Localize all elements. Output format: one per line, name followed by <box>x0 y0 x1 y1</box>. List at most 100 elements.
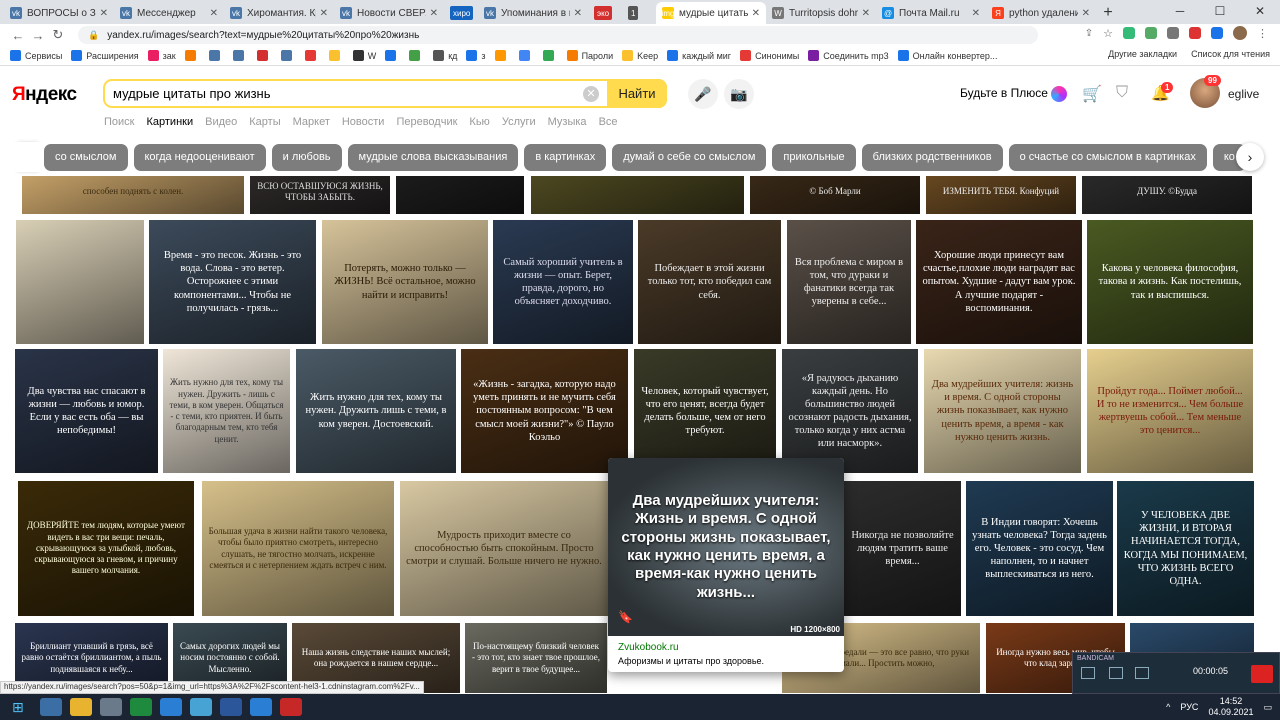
search-input[interactable] <box>105 86 583 101</box>
image-thumbnail[interactable]: Хорошие люди принесут вам счастье,плохие… <box>916 220 1082 344</box>
shield-icon[interactable]: ⛉ <box>1116 84 1128 102</box>
screen-icon[interactable] <box>1081 667 1095 679</box>
image-thumbnail[interactable]: ДОВЕРЯЙТЕ тем людям, которые умеют видет… <box>18 481 194 616</box>
image-thumbnail[interactable]: способен поднять с колен. <box>22 176 244 214</box>
extension-icon[interactable] <box>1145 27 1157 39</box>
image-thumbnail[interactable]: В Индии говорят: Хочешь узнать человека?… <box>966 481 1113 616</box>
yandex-logo[interactable]: Яндекс <box>12 84 77 106</box>
bookmark-folder[interactable]: Другие закладки <box>1108 49 1177 59</box>
service-link[interactable]: Услуги <box>502 116 536 128</box>
bookmark-item[interactable]: W <box>352 50 376 61</box>
browser-tab[interactable]: хиро <box>444 2 478 24</box>
close-tab-icon[interactable]: ✕ <box>972 8 980 19</box>
service-link[interactable]: Кью <box>469 116 489 128</box>
service-link[interactable]: Музыка <box>548 116 587 128</box>
browser-tab[interactable]: vk ВОПРОСЫ о Знак ✕ <box>4 2 114 24</box>
browser-tab[interactable]: эко <box>588 2 622 24</box>
bookmark-item[interactable]: Соединить mp3 <box>808 50 889 61</box>
service-link[interactable]: Все <box>599 116 618 128</box>
back-icon[interactable]: ← <box>8 28 28 43</box>
image-thumbnail[interactable]: Вся проблема с миром в том, что дураки и… <box>787 220 911 344</box>
user-name[interactable]: eglive <box>1228 87 1259 101</box>
chevron-right-icon[interactable]: › <box>1236 143 1264 171</box>
forward-icon[interactable]: → <box>28 28 48 43</box>
bookmark-item[interactable] <box>304 50 320 61</box>
service-link[interactable]: Видео <box>205 116 237 128</box>
windows-icon[interactable]: ⊞ <box>12 699 24 716</box>
bookmark-item[interactable]: кд <box>433 50 457 61</box>
image-thumbnail[interactable]: ИЗМЕНИТЬ ТЕБЯ. Конфуций <box>926 176 1076 214</box>
reload-icon[interactable]: ↻ <box>48 27 68 43</box>
image-thumbnail[interactable]: Потерять, можно только — ЖИЗНЬ! Всё оста… <box>322 220 488 344</box>
find-button[interactable]: Найти <box>607 79 667 108</box>
address-bar[interactable]: 🔒 yandex.ru/images/search?text=мудрые%20… <box>78 26 1038 44</box>
language-indicator[interactable]: РУС <box>1180 702 1198 712</box>
service-link[interactable]: Поиск <box>104 116 134 128</box>
image-thumbnail[interactable]: Жить нужно для тех, кому ты нужен. Дружи… <box>296 349 456 473</box>
image-thumbnail[interactable]: Жить нужно для тех, кому ты нужен. Дружи… <box>163 349 290 473</box>
image-thumbnail[interactable] <box>16 220 144 344</box>
plus-link[interactable]: Будьте в Плюсе <box>960 86 1068 102</box>
suggestion-chip[interactable]: когда недооценивают <box>133 143 266 171</box>
suggestion-chip[interactable]: прикольные <box>772 143 856 171</box>
close-tab-icon[interactable]: ✕ <box>100 8 108 19</box>
image-thumbnail[interactable]: «Я радуюсь дыханию каждый день. Но больш… <box>782 349 918 473</box>
profile-icon[interactable] <box>1233 26 1247 40</box>
bookmark-item[interactable]: каждый миг <box>667 50 731 61</box>
service-link[interactable]: Карты <box>249 116 280 128</box>
chrome-icon[interactable] <box>160 698 182 716</box>
bookmark-item[interactable] <box>409 50 424 61</box>
close-tab-icon[interactable]: ✕ <box>210 8 218 19</box>
bookmark-item[interactable]: Расширения <box>71 50 139 61</box>
image-thumbnail[interactable]: © Боб Марли <box>750 176 920 214</box>
chrome-icon[interactable] <box>250 698 272 716</box>
browser-tab[interactable]: W Turritopsis dohrni ✕ <box>766 2 876 24</box>
app-icon[interactable] <box>130 698 152 716</box>
browser-tab[interactable]: Яpython удаление ✕ <box>986 2 1096 24</box>
image-thumbnail[interactable]: Побеждает в этой жизни только тот, кто п… <box>638 220 781 344</box>
bookmark-item[interactable] <box>232 50 248 61</box>
image-thumbnail[interactable]: Самый хороший учитель в жизни — опыт. Бе… <box>493 220 633 344</box>
image-thumbnail[interactable]: Два мудрейших учителя: жизнь и время. С … <box>924 349 1081 473</box>
extension-icon[interactable] <box>1167 27 1179 39</box>
maximize-button[interactable]: ☐ <box>1200 0 1240 22</box>
browser-tab[interactable]: vk Мессенджер ✕ <box>114 2 224 24</box>
suggestion-chip[interactable]: мудрые слова высказывания <box>347 143 519 171</box>
bookmark-item[interactable]: Сервисы <box>10 50 62 61</box>
bookmark-item[interactable] <box>518 50 534 61</box>
image-thumbnail[interactable]: По-настоящему близкий человек - это тот,… <box>465 623 607 693</box>
suggestion-chip[interactable]: и любовь <box>271 143 342 171</box>
bookmark-item[interactable] <box>256 50 272 61</box>
suggestion-chip[interactable]: близких родственников <box>861 143 1003 171</box>
record-icon[interactable] <box>280 698 302 716</box>
notifications-icon[interactable]: ▭ <box>1263 702 1272 713</box>
browser-tab[interactable]: @ Почта Mail.ru ✕ <box>876 2 986 24</box>
app-icon[interactable] <box>190 698 212 716</box>
app-icon[interactable] <box>100 698 122 716</box>
image-thumbnail[interactable]: ДУШУ. ©Будда <box>1082 176 1252 214</box>
bookmark-item[interactable] <box>385 50 400 61</box>
bookmark-item[interactable]: зак <box>147 50 176 61</box>
menu-icon[interactable]: ⋮ <box>1257 27 1268 40</box>
suggestion-chip[interactable]: со смыслом <box>44 143 128 171</box>
suggestion-chip[interactable]: в картинках <box>524 143 607 171</box>
bookmark-item[interactable]: Keep <box>622 50 658 61</box>
browser-tab[interactable]: vk Новости СВЕРХДЕ ✕ <box>334 2 444 24</box>
browser-tab[interactable]: 1 <box>622 2 656 24</box>
suggestion-chip[interactable]: о счастье со смыслом в картинках <box>1008 143 1207 171</box>
bookmark-icon[interactable]: 🔖 <box>618 610 633 624</box>
service-link[interactable]: Новости <box>342 116 385 128</box>
folder-icon[interactable] <box>70 698 92 716</box>
extension-icon[interactable] <box>1211 27 1223 39</box>
extension-icon[interactable] <box>1123 27 1135 39</box>
clock[interactable]: 14:52 04.09.2021 <box>1208 696 1253 718</box>
image-thumbnail[interactable]: Пройдут года... Поймет любой... И то не … <box>1087 349 1253 473</box>
clear-icon[interactable]: ✕ <box>583 85 599 102</box>
image-thumbnail[interactable] <box>396 176 524 214</box>
bookmark-item[interactable] <box>328 50 344 61</box>
new-tab-button[interactable]: + <box>1096 2 1120 24</box>
minimize-button[interactable]: ─ <box>1160 0 1200 22</box>
service-link[interactable]: Маркет <box>293 116 330 128</box>
image-thumbnail[interactable]: Большая удача в жизни найти такого челов… <box>202 481 394 616</box>
game-icon[interactable] <box>1109 667 1123 679</box>
